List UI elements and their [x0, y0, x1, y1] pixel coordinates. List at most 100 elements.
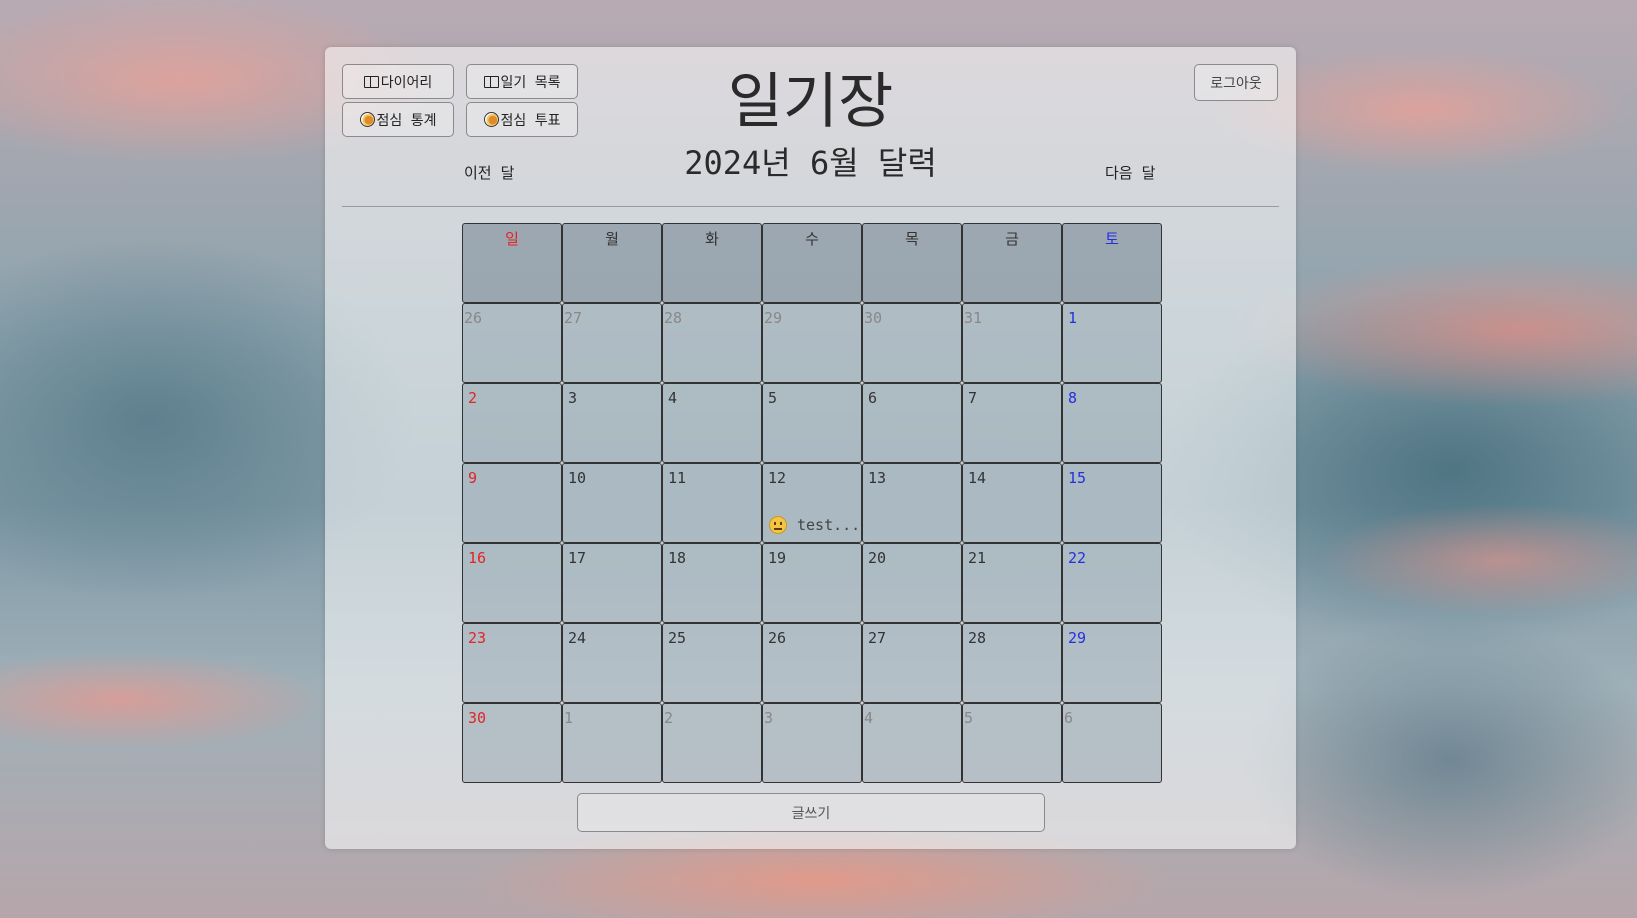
- day-cell[interactable]: 4: [662, 383, 762, 463]
- day-number: 2: [468, 389, 478, 407]
- prev-month-link[interactable]: 이전 달: [464, 162, 514, 183]
- weekday-header: 목: [862, 223, 962, 303]
- day-cell[interactable]: 2: [662, 703, 762, 783]
- day-number: 3: [568, 389, 578, 407]
- day-cell[interactable]: 5: [762, 383, 862, 463]
- weekday-header: 월: [562, 223, 662, 303]
- day-number: 1: [1068, 309, 1078, 327]
- day-cell[interactable]: 26: [762, 623, 862, 703]
- day-number: 1: [564, 709, 574, 727]
- day-cell[interactable]: 30: [862, 303, 962, 383]
- day-number: 5: [964, 709, 974, 727]
- day-number: 13: [868, 469, 887, 487]
- day-number: 18: [668, 549, 687, 567]
- header-divider: [342, 206, 1279, 207]
- day-cell[interactable]: 15: [1062, 463, 1162, 543]
- day-number: 26: [768, 629, 787, 647]
- day-cell[interactable]: 8: [1062, 383, 1162, 463]
- day-cell[interactable]: 22: [1062, 543, 1162, 623]
- day-cell[interactable]: 30: [462, 703, 562, 783]
- day-number: 11: [668, 469, 687, 487]
- day-number: 4: [864, 709, 874, 727]
- day-cell[interactable]: 23: [462, 623, 562, 703]
- day-number: 24: [568, 629, 587, 647]
- day-cell[interactable]: 16: [462, 543, 562, 623]
- day-cell[interactable]: 20: [862, 543, 962, 623]
- day-number: 29: [764, 309, 783, 327]
- day-cell[interactable]: 6: [1062, 703, 1162, 783]
- day-number: 3: [764, 709, 774, 727]
- weekday-header: 화: [662, 223, 762, 303]
- day-cell[interactable]: 3: [762, 703, 862, 783]
- day-cell[interactable]: 19: [762, 543, 862, 623]
- day-cell[interactable]: 5: [962, 703, 1062, 783]
- day-number: 9: [468, 469, 478, 487]
- day-number: 2: [664, 709, 674, 727]
- day-cell[interactable]: 28: [662, 303, 762, 383]
- day-cell[interactable]: 12 test...: [762, 463, 862, 543]
- day-number: 27: [868, 629, 887, 647]
- day-number: 31: [964, 309, 983, 327]
- day-cell[interactable]: 24: [562, 623, 662, 703]
- weekday-header: 토: [1062, 223, 1162, 303]
- day-cell[interactable]: 3: [562, 383, 662, 463]
- day-number: 20: [868, 549, 887, 567]
- next-month-link[interactable]: 다음 달: [1105, 162, 1155, 183]
- weekday-label: 목: [905, 230, 919, 248]
- day-cell[interactable]: 1: [562, 703, 662, 783]
- day-cell[interactable]: 11: [662, 463, 762, 543]
- day-cell[interactable]: 29: [1062, 623, 1162, 703]
- day-cell[interactable]: 25: [662, 623, 762, 703]
- day-number: 22: [1068, 549, 1087, 567]
- day-cell[interactable]: 6: [862, 383, 962, 463]
- weekday-header: 금: [962, 223, 1062, 303]
- day-cell[interactable]: 17: [562, 543, 662, 623]
- day-number: 29: [1068, 629, 1087, 647]
- weekday-label: 화: [705, 230, 719, 248]
- day-number: 26: [464, 309, 483, 327]
- weekday-label: 금: [1005, 230, 1019, 248]
- day-cell[interactable]: 9: [462, 463, 562, 543]
- day-cell[interactable]: 7: [962, 383, 1062, 463]
- day-number: 12: [768, 469, 787, 487]
- day-number: 28: [664, 309, 683, 327]
- day-cell[interactable]: 2: [462, 383, 562, 463]
- page-title: 일기장: [727, 67, 894, 137]
- day-number: 15: [1068, 469, 1087, 487]
- day-cell[interactable]: 21: [962, 543, 1062, 623]
- day-cell[interactable]: 29: [762, 303, 862, 383]
- day-number: 27: [564, 309, 583, 327]
- day-number: 19: [768, 549, 787, 567]
- day-cell[interactable]: 31: [962, 303, 1062, 383]
- day-number: 23: [468, 629, 487, 647]
- weekday-label: 일: [505, 230, 519, 248]
- day-number: 17: [568, 549, 587, 567]
- day-cell[interactable]: 4: [862, 703, 962, 783]
- day-cell[interactable]: 18: [662, 543, 762, 623]
- weekday-label: 토: [1105, 230, 1119, 248]
- day-cell[interactable]: 10: [562, 463, 662, 543]
- day-number: 28: [968, 629, 987, 647]
- write-button[interactable]: 글쓰기: [577, 793, 1045, 832]
- weekday-label: 월: [605, 230, 619, 248]
- diary-entry[interactable]: test...: [769, 516, 860, 534]
- diary-panel: 다이어리 일기 목록 점심 통계 점심 투표 로그아웃 일기장 2024년 6월…: [325, 47, 1296, 849]
- day-number: 14: [968, 469, 987, 487]
- day-number: 8: [1068, 389, 1078, 407]
- day-number: 4: [668, 389, 678, 407]
- diary-entry-title: test...: [797, 516, 861, 534]
- day-number: 6: [1064, 709, 1074, 727]
- day-cell[interactable]: 27: [562, 303, 662, 383]
- day-cell[interactable]: 27: [862, 623, 962, 703]
- day-cell[interactable]: 28: [962, 623, 1062, 703]
- day-number: 16: [468, 549, 487, 567]
- day-cell[interactable]: 26: [462, 303, 562, 383]
- day-number: 30: [864, 309, 883, 327]
- day-cell[interactable]: 1: [1062, 303, 1162, 383]
- day-cell[interactable]: 14: [962, 463, 1062, 543]
- calendar-grid: 일 월 화 수 목 금 토 26 27 28 29 30 31 1 2 3 4 5 6 7 8 9 10 11 12 test..…: [462, 223, 1162, 783]
- weekday-header: 수: [762, 223, 862, 303]
- day-number: 10: [568, 469, 587, 487]
- day-number: 30: [468, 709, 487, 727]
- day-cell[interactable]: 13: [862, 463, 962, 543]
